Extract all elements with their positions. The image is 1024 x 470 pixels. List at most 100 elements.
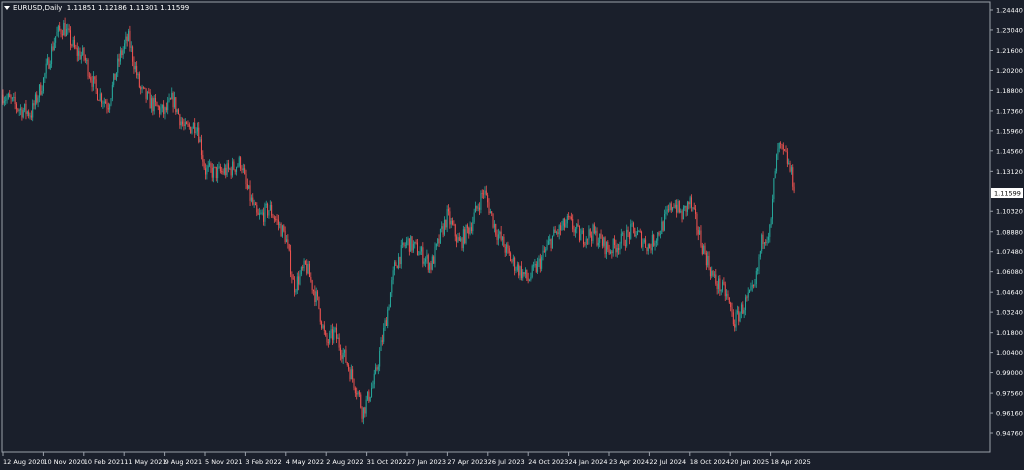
candle-body [303, 260, 305, 269]
candle-body [439, 228, 441, 244]
candle-body [196, 127, 198, 132]
candle-body [587, 238, 589, 240]
candle-body [685, 205, 687, 212]
x-tick-label: 31 Oct 2022 [367, 458, 407, 466]
candle-body [67, 28, 69, 30]
candle-body [465, 224, 467, 244]
candle-body [450, 220, 452, 225]
candle-body [118, 58, 120, 62]
candle-body [507, 244, 509, 249]
candle-body [389, 292, 391, 308]
candle-body [132, 46, 134, 62]
candle-body [423, 261, 425, 264]
candle-body [375, 367, 377, 374]
candle-body [692, 207, 694, 209]
candle-body [406, 240, 408, 246]
candle-body [770, 218, 772, 225]
candle-body [264, 204, 266, 222]
x-tick-label: 2 Aug 2022 [326, 458, 364, 466]
candle-body [300, 267, 302, 275]
candle-body [481, 193, 483, 195]
candle-body [33, 103, 35, 106]
candle-body [260, 212, 262, 214]
candle-body [433, 256, 435, 264]
candle-body [238, 157, 240, 166]
candle-body [520, 266, 522, 279]
current-price-label: 1.11599 [994, 190, 1021, 198]
candle-body [144, 87, 146, 89]
candle-body [651, 234, 653, 251]
candle-body [510, 253, 512, 262]
candle-body [346, 362, 348, 365]
candle-body [611, 251, 613, 254]
candle-body [408, 238, 410, 252]
candle-body [678, 200, 680, 212]
candle-body [242, 168, 244, 171]
candle-body [182, 121, 184, 125]
candle-body [502, 236, 503, 241]
candle-body [581, 230, 583, 234]
price-chart[interactable]: 1.24440 1.23040 1.21600 1.20200 1.18800 1.173… [0, 0, 1024, 470]
candle-body [188, 124, 190, 127]
candle-body [402, 242, 404, 245]
x-tick-label: 27 Apr 2023 [447, 458, 487, 466]
candle-body [21, 108, 23, 118]
candle-body [217, 167, 219, 179]
candle-body [115, 72, 117, 80]
candle-body [234, 169, 236, 172]
candle-body [672, 207, 674, 211]
candle-body [223, 167, 225, 174]
candle-body [612, 238, 614, 254]
candle-body [696, 213, 698, 230]
candle-body [782, 144, 784, 150]
candle-body [538, 258, 540, 262]
candle-body [385, 320, 387, 326]
candle-body [190, 126, 192, 134]
candle-body [128, 30, 130, 42]
candle-body [740, 304, 742, 314]
candle-body [523, 272, 525, 275]
candle-body [333, 329, 335, 340]
candle-body [225, 167, 227, 176]
candle-body [269, 205, 271, 211]
candle-body [610, 251, 611, 254]
candle-body [546, 244, 548, 250]
candle-body [784, 149, 786, 151]
x-tick-label: 18 Apr 2025 [771, 458, 811, 466]
y-tick-label: 1.15960 [996, 127, 1023, 135]
candle-body [773, 178, 775, 199]
candle-body [55, 36, 57, 43]
candle-body [470, 227, 472, 232]
candle-body [461, 238, 463, 249]
candle-body [553, 229, 555, 236]
y-tick-label: 1.23040 [996, 26, 1023, 34]
candle-body [83, 47, 85, 58]
candle-body [52, 46, 54, 51]
candle-body [78, 51, 80, 56]
candle-body [70, 30, 71, 46]
candle-body [41, 91, 43, 95]
candle-body [321, 321, 323, 328]
candle-body [547, 240, 549, 245]
candle-body [379, 350, 381, 367]
candle-body [105, 101, 107, 104]
candle-body [280, 223, 282, 237]
candle-body [187, 124, 189, 125]
candle-body [599, 233, 601, 243]
candle-body [669, 203, 671, 210]
candle-body [103, 101, 105, 103]
candle-body [639, 231, 641, 233]
candle-body [59, 25, 61, 30]
candle-body [206, 167, 208, 175]
candle-body [344, 349, 346, 353]
candle-body [596, 230, 598, 246]
candle-body [75, 47, 77, 49]
candle-body [203, 161, 205, 169]
candle-body [635, 235, 637, 237]
y-tick-label: 1.10320 [996, 208, 1023, 216]
candle-body [265, 203, 267, 205]
candle-body [562, 218, 564, 226]
candle-body [761, 234, 763, 252]
y-tick-label: 1.18800 [996, 87, 1023, 95]
candle-body [781, 143, 783, 145]
